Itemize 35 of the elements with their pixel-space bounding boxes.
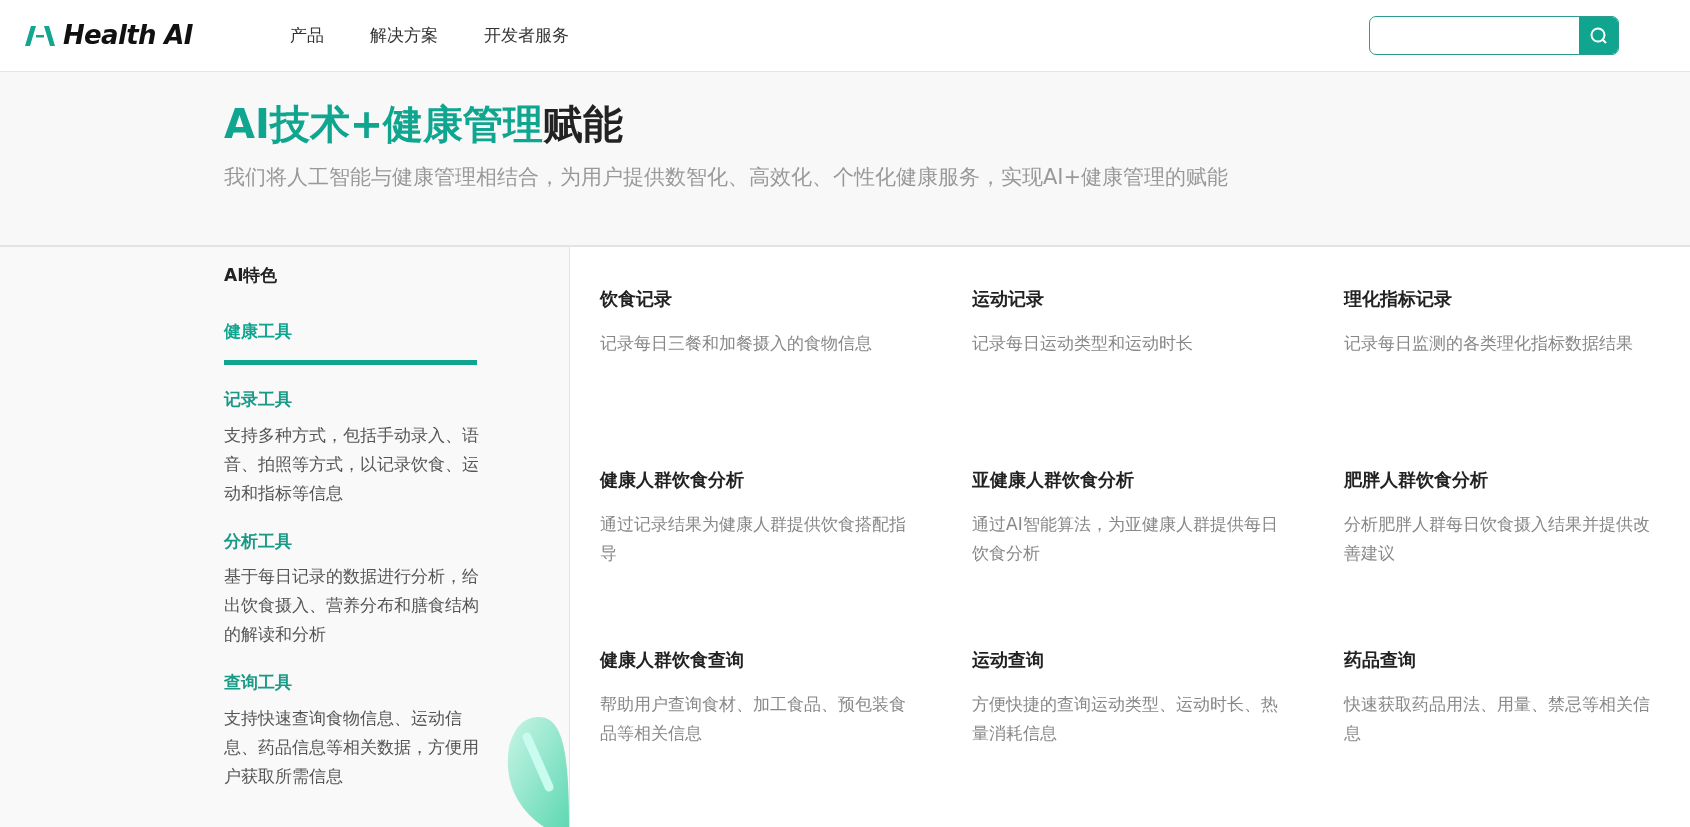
feature-text: 记录每日运动类型和运动时长 (972, 332, 1194, 355)
logo-text: Health AI (63, 19, 193, 52)
feature-title: 饮食记录 (600, 287, 673, 311)
feature-title: 运动查询 (972, 648, 1045, 673)
feature-text: 方便快捷的查询运动类型、运动时长、热量消耗信息 (972, 693, 1279, 746)
feature-title: 理化指标记录 (1344, 287, 1453, 311)
nav-link[interactable]: 解决方案 (370, 22, 438, 49)
feature-text: 分析肥胖人群每日饮食摄入结果并提供改善建议 (1344, 512, 1651, 565)
section-title: 分析工具 (224, 529, 293, 553)
feature-text: 记录每日监测的各类理化指标数据结果 (1344, 332, 1634, 355)
section-text: 支持快速查询食物信息、运动信息、药品信息等相关数据，方便用户获取所需信息 (224, 706, 480, 788)
feature-text: 帮助用户查询食材、加工食品、预包装食品等相关信息 (600, 693, 907, 746)
feature-title: 亚健康人群饮食分析 (972, 467, 1135, 492)
section-title: 记录工具 (224, 388, 293, 411)
logo-icon (25, 24, 55, 47)
section-text: 基于每日记录的数据进行分析，给出饮食摄入、营养分布和膳食结构的解读和分析 (224, 565, 480, 646)
section-title: 查询工具 (224, 671, 293, 694)
hero-subtitle: 我们将人工智能与健康管理相结合，为用户提供数智化、高效化、个性化健康服务，实现AI+健康管理的赋能 (224, 164, 1230, 191)
section-text: 支持多种方式，包括手动录入、语音、拍照等方式，以记录饮食、运动和指标等信息 (224, 423, 480, 505)
feature-title: 药品查询 (1344, 648, 1417, 673)
sidebar-heading: AI特色 (224, 264, 279, 287)
search-icon (1588, 25, 1609, 46)
feature-text: 通过记录结果为健康人群提供饮食搭配指导 (600, 512, 907, 565)
hero-title: AI技术+健康管理赋能 (224, 100, 625, 149)
feature-text: 快速获取药品用法、用量、禁忌等相关信息 (1344, 693, 1651, 746)
feature-title: 健康人群饮食分析 (600, 467, 745, 492)
search-field[interactable] (1369, 16, 1619, 55)
feature-title: 肥胖人群饮食分析 (1344, 467, 1489, 492)
nav-link[interactable]: 产品 (290, 22, 324, 49)
nav-link[interactable]: 开发者服务 (484, 22, 569, 49)
search-button[interactable] (1579, 17, 1618, 54)
feature-title: 运动记录 (972, 287, 1045, 311)
feature-title: 健康人群饮食查询 (600, 648, 745, 673)
feature-text: 记录每日三餐和加餐摄入的食物信息 (600, 332, 873, 355)
feature-text: 通过AI智能算法，为亚健康人群提供每日饮食分析 (972, 512, 1279, 565)
